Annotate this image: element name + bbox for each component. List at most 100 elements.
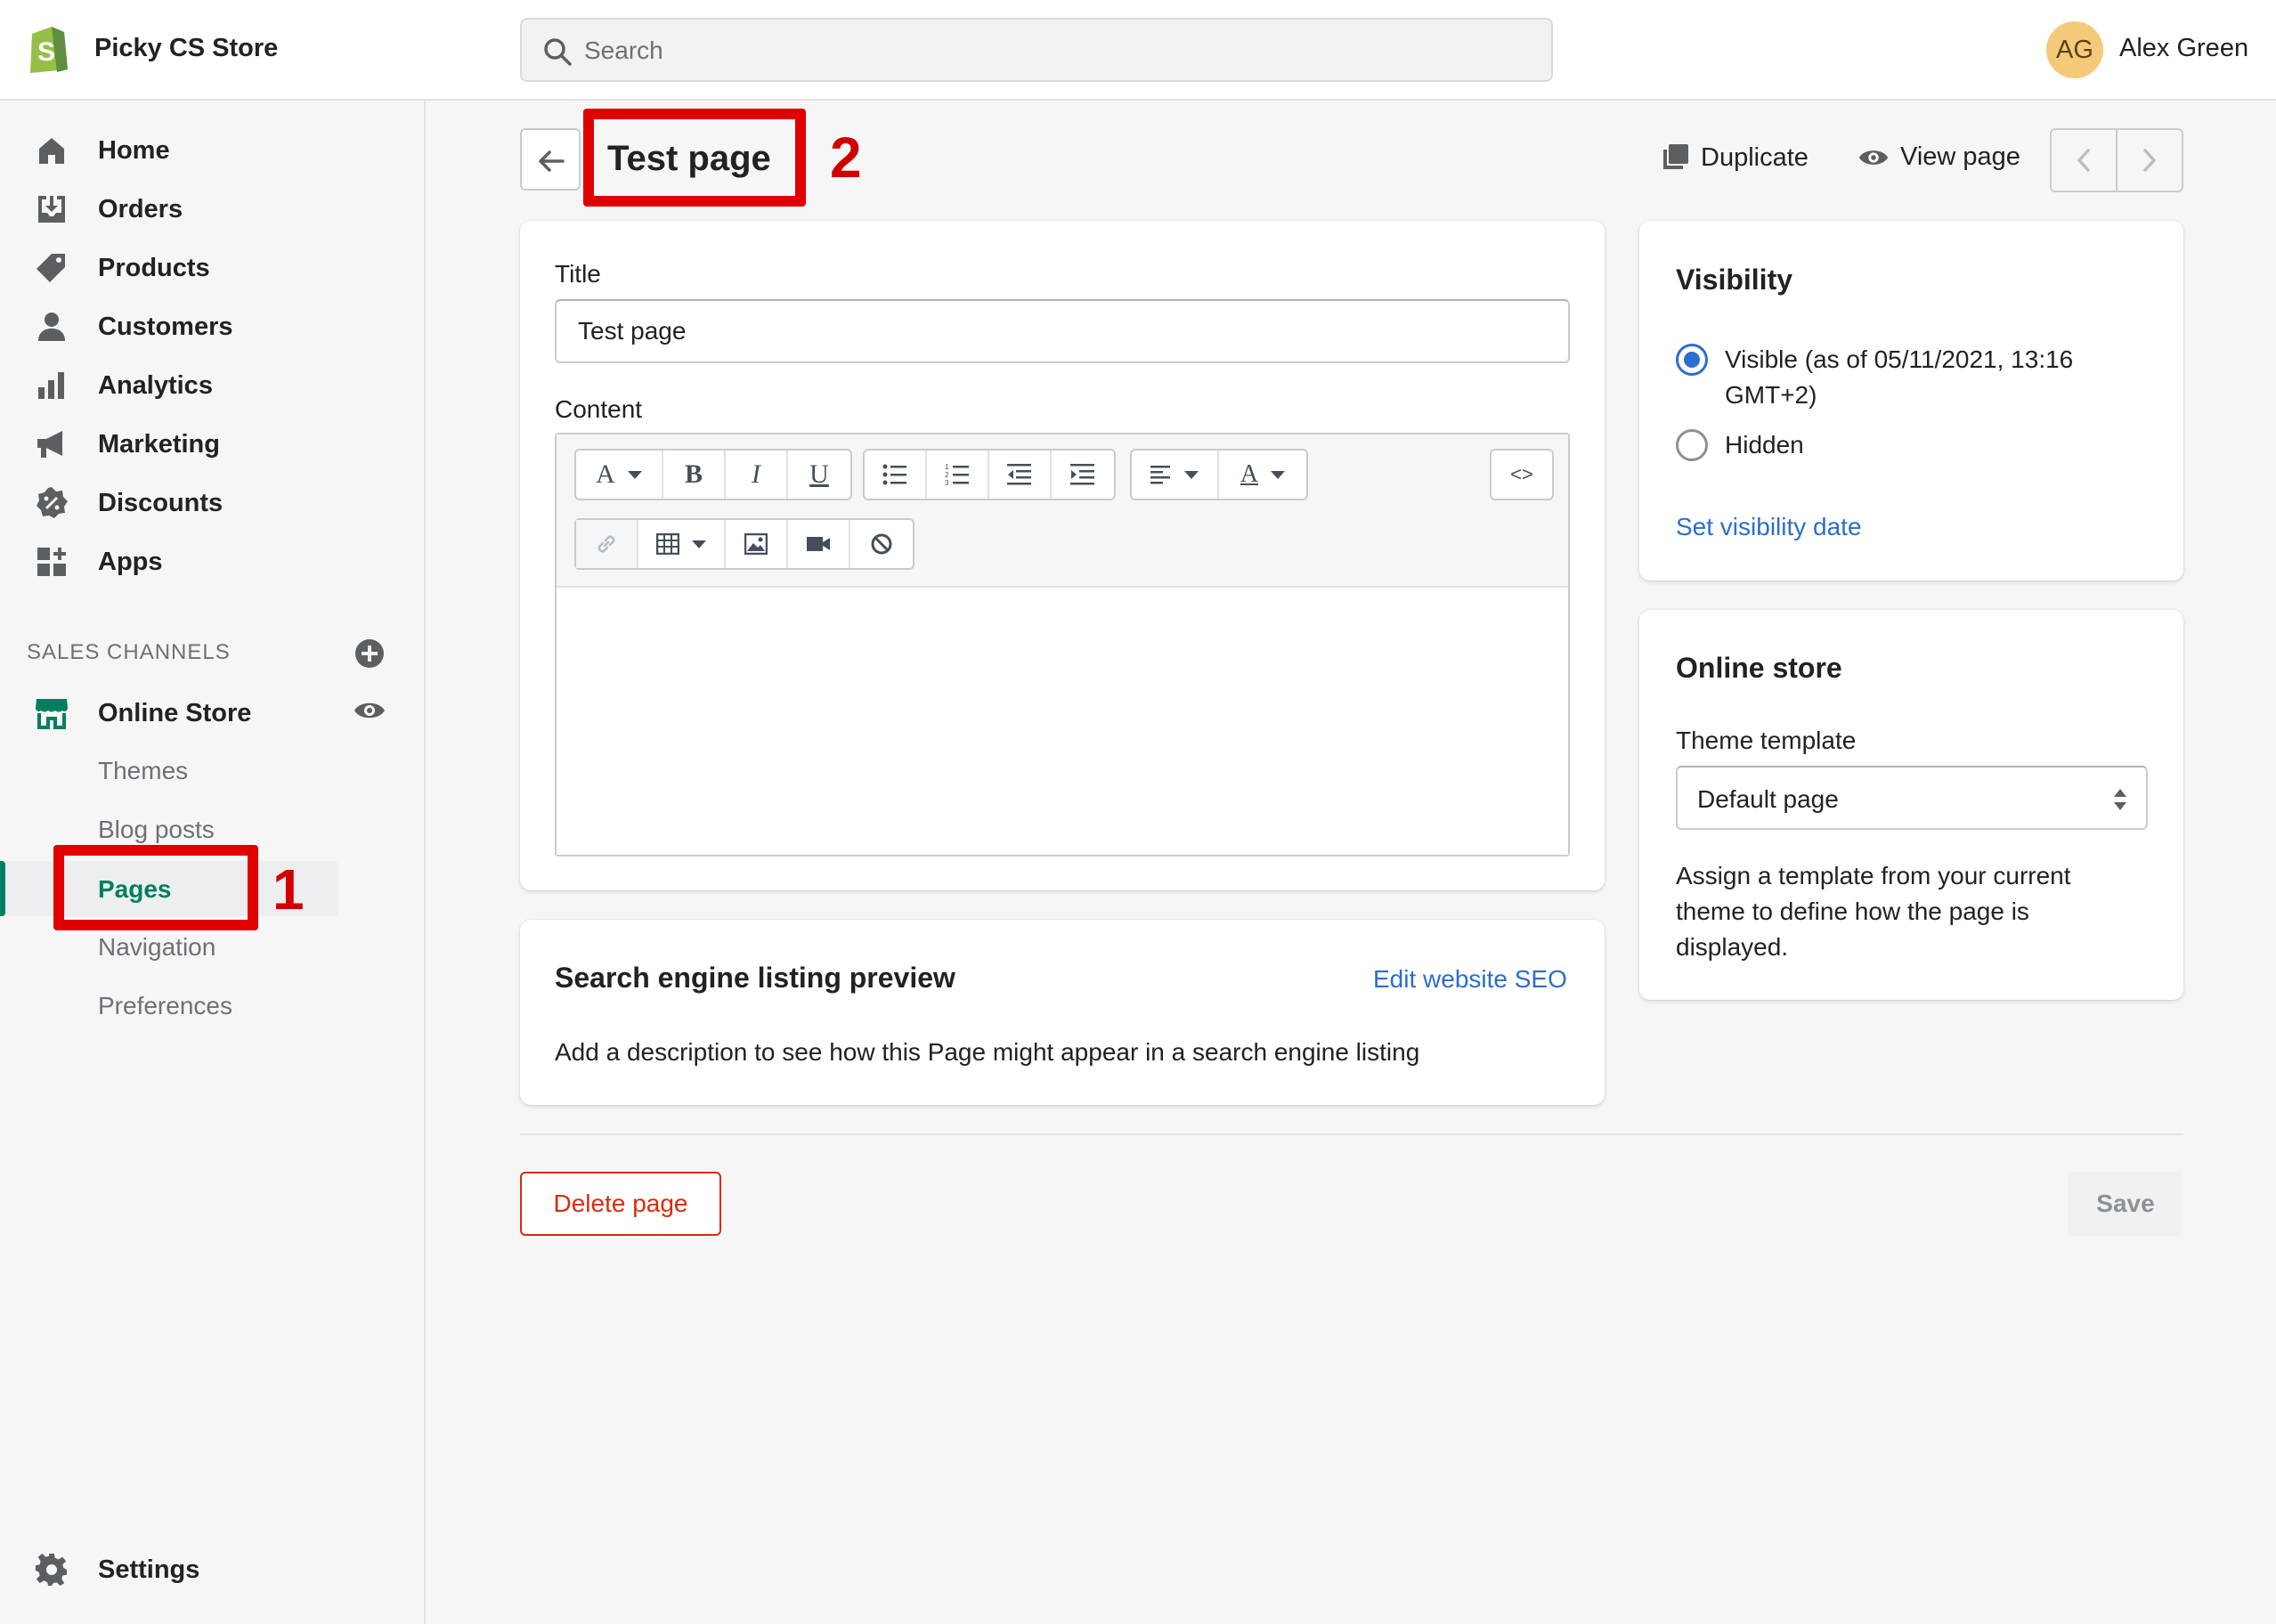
visible-radio-label[interactable]: Visible (as of 05/11/2021, 13:16 GMT+2) bbox=[1725, 342, 2073, 413]
theme-template-help: Assign a template from your current them… bbox=[1676, 858, 2071, 965]
bar-chart-icon bbox=[38, 372, 64, 399]
text-format-dropdown[interactable]: A bbox=[576, 451, 663, 499]
title-input[interactable] bbox=[555, 299, 1570, 363]
svg-text:3: 3 bbox=[945, 479, 949, 486]
svg-text:S: S bbox=[37, 37, 55, 67]
arrow-left-icon bbox=[539, 150, 565, 172]
indent-button[interactable] bbox=[1052, 451, 1114, 499]
sidebar-item-label: Home bbox=[98, 136, 170, 165]
bulleted-list-button[interactable] bbox=[865, 451, 927, 499]
clear-formatting-button[interactable] bbox=[850, 520, 913, 568]
set-visibility-date-link[interactable]: Set visibility date bbox=[1676, 513, 1862, 541]
sidebar-item-label: Settings bbox=[98, 1555, 200, 1584]
gear-icon bbox=[35, 1553, 68, 1586]
previous-page-button[interactable] bbox=[2052, 130, 2117, 191]
seo-title: Search engine listing preview bbox=[555, 962, 955, 994]
hidden-radio-label[interactable]: Hidden bbox=[1725, 427, 1804, 463]
back-button[interactable] bbox=[520, 128, 581, 191]
help-line: Assign a template from your current bbox=[1676, 862, 2071, 889]
sidebar-item-label: Discounts bbox=[98, 489, 224, 517]
sidebar-subitem-themes[interactable]: Themes bbox=[98, 757, 188, 785]
search-icon bbox=[544, 38, 572, 66]
active-indicator bbox=[0, 861, 5, 916]
top-bar: S Picky CS Store AG Alex Green bbox=[0, 0, 2276, 101]
format-group: A B I U bbox=[574, 449, 852, 500]
store-name[interactable]: Picky CS Store bbox=[94, 34, 278, 63]
edit-seo-link[interactable]: Edit website SEO bbox=[1373, 965, 1567, 994]
editor-toolbar: A B I U 123 A <> bbox=[557, 434, 1568, 588]
underline-icon: U bbox=[809, 459, 829, 489]
delete-page-button[interactable]: Delete page bbox=[520, 1172, 721, 1236]
sidebar-item-home[interactable]: Home bbox=[0, 122, 426, 175]
seo-description: Add a description to see how this Page m… bbox=[555, 1038, 1420, 1066]
avatar[interactable]: AG bbox=[2046, 21, 2103, 78]
view-page-button[interactable]: View page bbox=[1857, 142, 2020, 172]
editor-content-area[interactable] bbox=[557, 588, 1568, 855]
text-color-icon: A bbox=[1240, 460, 1259, 488]
megaphone-icon bbox=[37, 431, 62, 458]
search-input[interactable] bbox=[584, 30, 1528, 71]
chevron-down-icon bbox=[692, 540, 706, 548]
image-icon bbox=[744, 533, 768, 555]
select-arrows-icon bbox=[2114, 789, 2126, 810]
save-button[interactable]: Save bbox=[2068, 1172, 2183, 1236]
sidebar-item-customers[interactable]: Customers bbox=[0, 298, 426, 352]
sidebar-subitem-blog-posts[interactable]: Blog posts bbox=[98, 816, 215, 844]
theme-template-select[interactable]: Default page bbox=[1676, 766, 2148, 830]
title-label: Title bbox=[555, 260, 601, 288]
next-page-button[interactable] bbox=[2117, 130, 2182, 191]
insert-video-button[interactable] bbox=[788, 520, 850, 568]
sidebar-item-label: Products bbox=[98, 254, 210, 282]
sidebar-subitem-preferences[interactable]: Preferences bbox=[98, 992, 232, 1020]
sidebar-item-label: Marketing bbox=[98, 430, 220, 459]
annotation-box-2 bbox=[583, 109, 806, 207]
sidebar-item-marketing[interactable]: Marketing bbox=[0, 416, 426, 469]
sidebar-item-label: Analytics bbox=[98, 371, 213, 400]
tag-icon bbox=[37, 254, 65, 282]
italic-icon: I bbox=[752, 459, 760, 489]
help-line: theme to define how the page is bbox=[1676, 897, 2029, 925]
visible-label-line1: Visible (as of 05/11/2021, 13:16 bbox=[1725, 345, 2074, 373]
chevron-down-icon bbox=[1184, 470, 1199, 479]
sidebar-item-label: Customers bbox=[98, 313, 233, 341]
bold-button[interactable]: B bbox=[663, 451, 726, 499]
sidebar-item-orders[interactable]: Orders bbox=[0, 181, 426, 234]
sidebar-item-settings[interactable]: Settings bbox=[0, 1541, 426, 1595]
duplicate-button[interactable]: Duplicate bbox=[1660, 142, 1809, 173]
visibility-title: Visibility bbox=[1676, 264, 1793, 296]
sidebar-item-apps[interactable]: Apps bbox=[0, 533, 426, 587]
content-label: Content bbox=[555, 395, 643, 423]
clear-format-icon bbox=[871, 533, 892, 555]
italic-button[interactable]: I bbox=[726, 451, 788, 499]
video-camera-icon bbox=[807, 537, 830, 551]
outdent-button[interactable] bbox=[989, 451, 1052, 499]
apps-icon bbox=[37, 548, 66, 576]
html-source-button[interactable]: <> bbox=[1492, 451, 1552, 499]
underline-button[interactable]: U bbox=[788, 451, 850, 499]
insert-group bbox=[574, 518, 914, 570]
link-button[interactable] bbox=[576, 520, 638, 568]
code-icon: <> bbox=[1510, 463, 1533, 485]
sidebar-subitem-navigation[interactable]: Navigation bbox=[98, 933, 215, 962]
search-bar[interactable] bbox=[520, 18, 1553, 82]
person-icon bbox=[38, 313, 65, 341]
eye-icon[interactable] bbox=[353, 697, 386, 724]
hidden-radio[interactable] bbox=[1676, 429, 1708, 461]
alignment-dropdown[interactable] bbox=[1132, 451, 1219, 499]
sidebar-item-products[interactable]: Products bbox=[0, 240, 426, 293]
numbered-list-button[interactable]: 123 bbox=[927, 451, 989, 499]
page-pagination bbox=[2050, 128, 2183, 192]
seo-card bbox=[520, 920, 1605, 1105]
visible-radio[interactable] bbox=[1676, 344, 1708, 376]
table-dropdown[interactable] bbox=[638, 520, 726, 568]
add-channel-icon[interactable] bbox=[354, 638, 385, 669]
indent-icon bbox=[1070, 464, 1094, 485]
sidebar-item-label: Apps bbox=[98, 548, 163, 576]
text-color-dropdown[interactable]: A bbox=[1219, 451, 1306, 499]
eye-icon bbox=[1858, 150, 1889, 165]
insert-image-button[interactable] bbox=[726, 520, 788, 568]
user-name[interactable]: Alex Green bbox=[2119, 34, 2248, 63]
shopify-logo-icon[interactable]: S bbox=[25, 21, 69, 73]
sidebar-item-discounts[interactable]: Discounts bbox=[0, 475, 426, 528]
sidebar-item-analytics[interactable]: Analytics bbox=[0, 357, 426, 410]
